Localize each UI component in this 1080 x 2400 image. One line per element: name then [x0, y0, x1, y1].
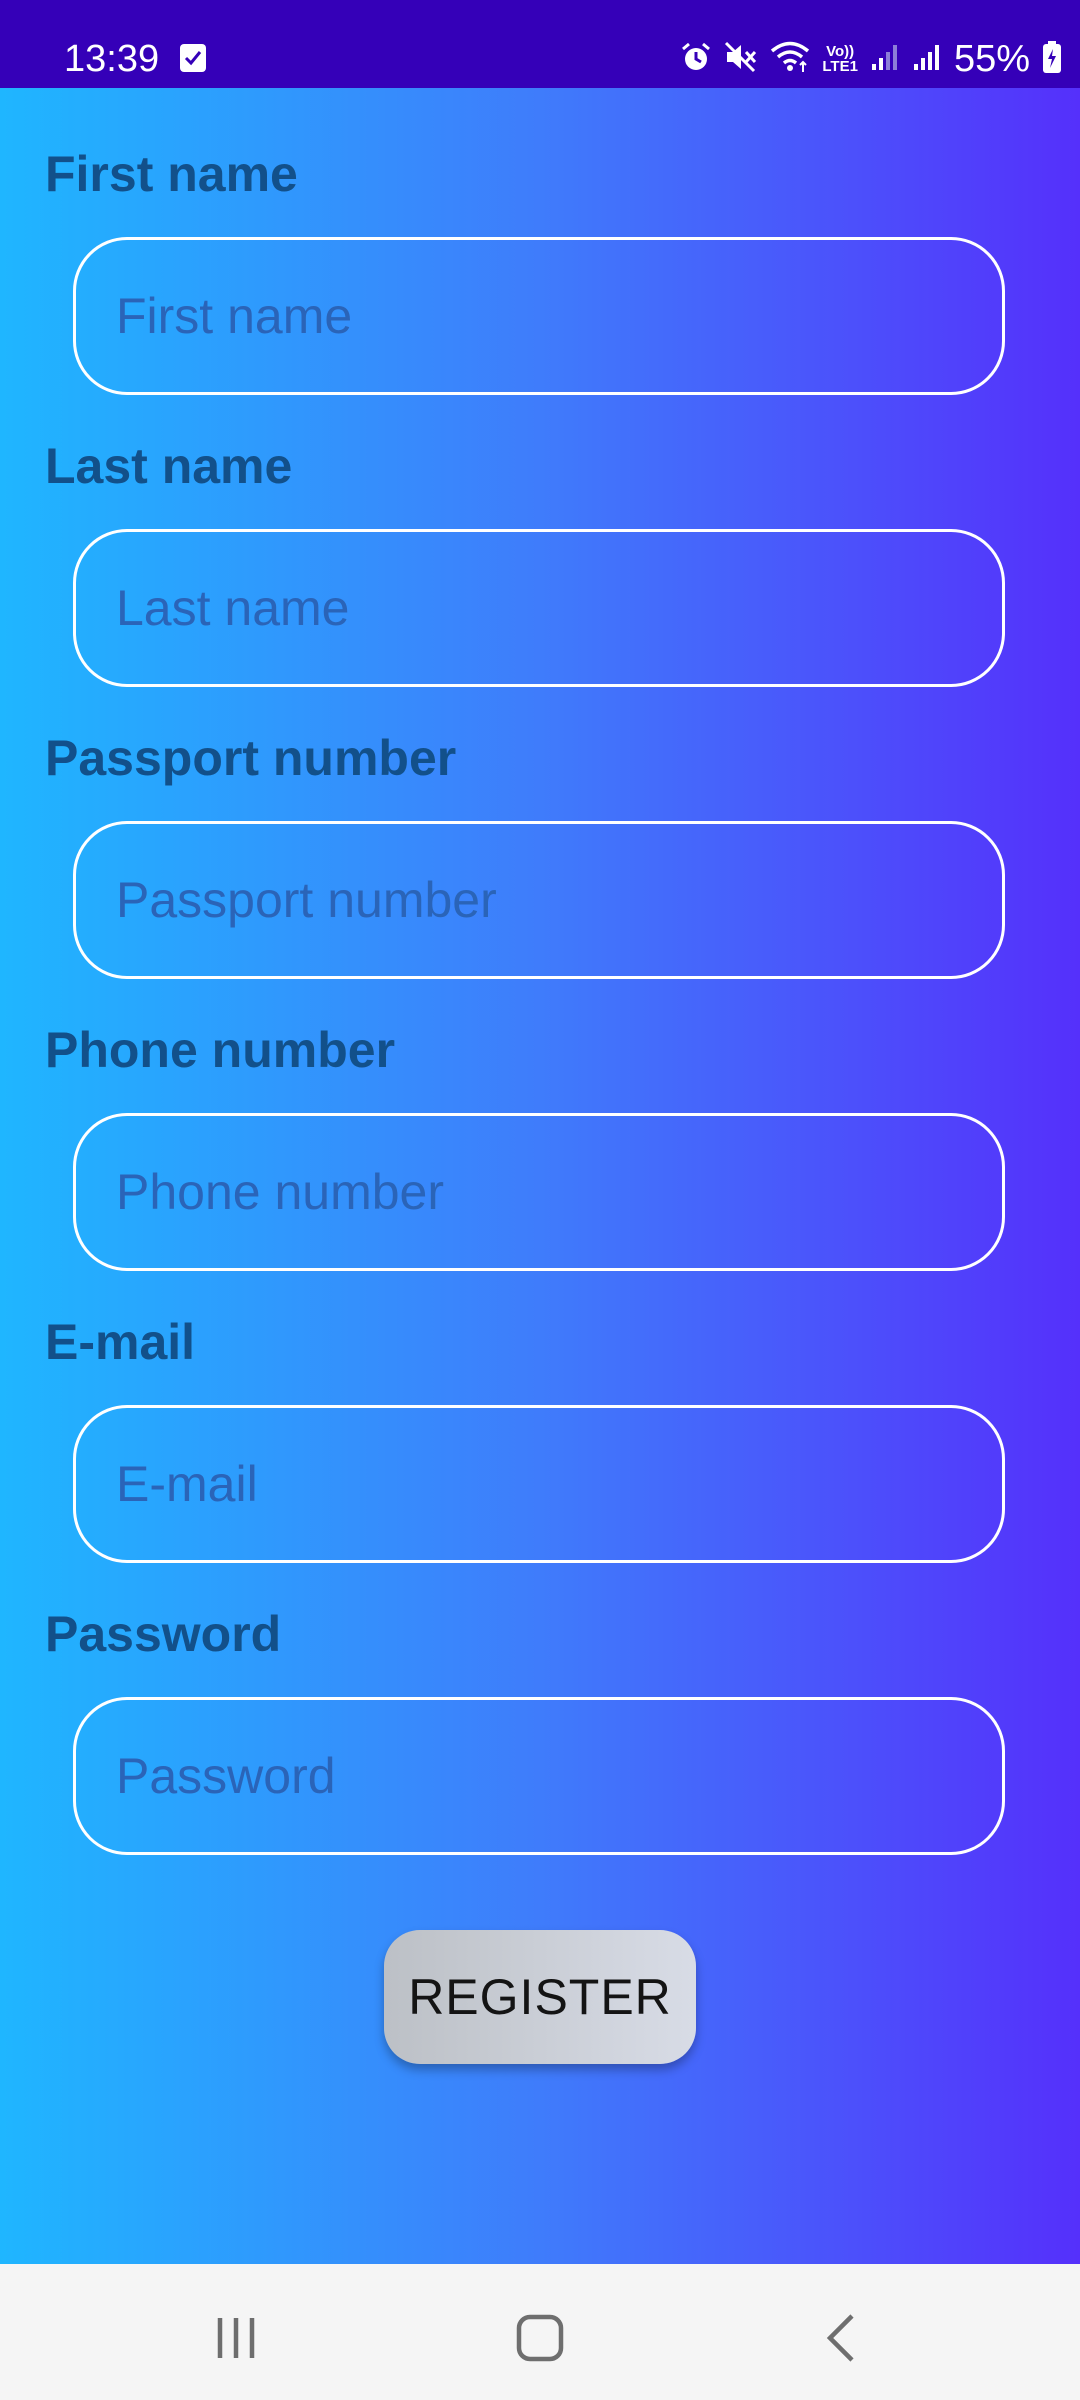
navigation-bar — [0, 2264, 1080, 2400]
email-placeholder: E-mail — [116, 1456, 258, 1512]
signal-icon — [912, 42, 942, 77]
last-name-placeholder: Last name — [116, 580, 350, 636]
back-icon[interactable] — [812, 2308, 872, 2368]
signal-icon — [870, 42, 900, 77]
passport-number-field[interactable]: Passport number — [73, 821, 1005, 979]
volte-icon: Vo)) LTE1 — [822, 44, 858, 74]
registration-form: First name First name Last name Last nam… — [0, 88, 1080, 2264]
email-field[interactable]: E-mail — [73, 1405, 1005, 1563]
first-name-field[interactable]: First name — [73, 237, 1005, 395]
phone-number-field[interactable]: Phone number — [73, 1113, 1005, 1271]
volte-bottom-text: LTE1 — [822, 58, 858, 75]
status-bar: 13:39 Vo)) LTE1 55% — [0, 0, 1080, 88]
password-placeholder: Password — [116, 1748, 336, 1804]
passport-number-label: Passport number — [45, 730, 457, 786]
status-time: 13:39 — [64, 38, 160, 80]
first-name-label: First name — [45, 146, 298, 202]
password-field[interactable]: Password — [73, 1697, 1005, 1855]
home-icon[interactable] — [510, 2308, 570, 2368]
passport-number-placeholder: Passport number — [116, 872, 497, 928]
check-notification-icon — [180, 44, 206, 72]
register-screen: 13:39 Vo)) LTE1 55% First name First nam… — [0, 0, 1080, 2400]
battery-percent: 55% — [953, 38, 1030, 80]
status-icons: Vo)) LTE1 55% — [680, 36, 1062, 82]
email-label: E-mail — [45, 1314, 196, 1370]
password-label: Password — [45, 1606, 282, 1662]
last-name-label: Last name — [45, 438, 293, 494]
battery-charging-icon — [1042, 40, 1062, 79]
alarm-icon — [680, 41, 712, 78]
volte-top-text: Vo)) — [826, 43, 855, 60]
wifi-icon — [770, 40, 810, 79]
phone-number-label: Phone number — [45, 1022, 396, 1078]
recent-apps-icon[interactable] — [206, 2308, 266, 2368]
first-name-placeholder: First name — [116, 288, 353, 344]
phone-number-placeholder: Phone number — [116, 1164, 445, 1220]
mute-icon — [724, 41, 758, 78]
register-button[interactable]: REGISTER — [384, 1930, 696, 2064]
last-name-field[interactable]: Last name — [73, 529, 1005, 687]
